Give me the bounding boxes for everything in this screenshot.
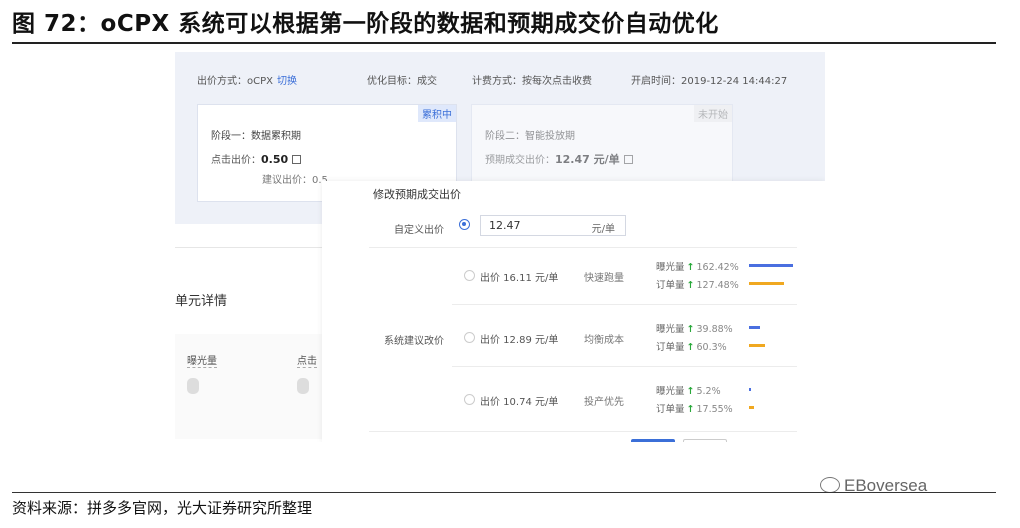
stage2-status-badge: 未开始 (694, 105, 732, 122)
clicks-column-header: 点击 (297, 352, 317, 368)
wechat-icon (820, 477, 840, 493)
bid-method: 出价方式：oCPX 切换 (197, 76, 297, 87)
unit-details-title: 单元详情 (175, 294, 228, 309)
dialog-title: 修改预期成交出价 (373, 188, 461, 201)
impressions-bar (749, 264, 793, 267)
title-divider (12, 42, 996, 44)
watermark: EBoversea (820, 476, 927, 496)
suggested-price: 出价 16.11 元/单 (480, 273, 559, 284)
start-time: 开启时间：2019-12-24 14:44:27 (631, 76, 788, 87)
loading-placeholder (187, 378, 199, 394)
figure-title: 图 72：oCPX 系统可以根据第一阶段的数据和预期成交价自动优化 (12, 11, 719, 37)
source-divider (12, 492, 996, 493)
strategy-label: 快速跑量 (584, 273, 624, 284)
edit-icon[interactable] (623, 155, 633, 164)
row-divider (369, 431, 797, 432)
edit-icon[interactable] (292, 155, 302, 164)
custom-bid-input[interactable]: 12.47 元/单 (480, 215, 626, 236)
stage1-title: 阶段一：数据累积期 (211, 131, 301, 142)
switch-link[interactable]: 切换 (277, 76, 297, 87)
section-divider (175, 247, 325, 248)
up-arrow-icon: ↑ (686, 324, 695, 335)
row-divider (452, 304, 797, 305)
row-divider (369, 247, 797, 248)
up-arrow-icon: ↑ (686, 262, 695, 273)
orders-bar (749, 282, 784, 285)
up-arrow-icon: ↑ (686, 280, 695, 291)
strategy-label: 均衡成本 (584, 335, 624, 346)
edit-expected-bid-dialog: 修改预期成交出价 自定义出价 12.47 元/单 系统建议改价 出价 16.11… (322, 181, 825, 442)
screenshot-area: 出价方式：oCPX 切换 优化目标：成交 计费方式：按每次点击收费 开启时间：20… (175, 52, 825, 442)
impressions-metric: 曝光量 ↑ 5.2% (656, 386, 721, 397)
stage2-expected-bid: 预期成交出价：12.47 元/单 (485, 151, 633, 167)
impressions-metric: 曝光量 ↑ 162.42% (656, 262, 739, 273)
unit-details-table: 曝光量 点击 (175, 334, 325, 439)
orders-metric: 订单量 ↑ 60.3% (656, 342, 727, 353)
up-arrow-icon: ↑ (686, 342, 695, 353)
suggested-option-radio[interactable] (464, 332, 475, 343)
up-arrow-icon: ↑ (686, 404, 695, 415)
loading-placeholder (297, 378, 309, 394)
orders-metric: 订单量 ↑ 127.48% (656, 280, 739, 291)
cancel-button[interactable]: 取消 (683, 439, 727, 442)
impressions-bar (749, 326, 760, 329)
stage2-title: 阶段二：智能投放期 (485, 131, 575, 142)
impressions-bar (749, 388, 751, 391)
unit-suffix: 元/单 (591, 224, 615, 235)
impressions-metric: 曝光量 ↑ 39.88% (656, 324, 733, 335)
suggested-price: 出价 10.74 元/单 (480, 397, 559, 408)
stage1-status-badge: 累积中 (418, 105, 456, 122)
custom-bid-radio[interactable] (459, 219, 470, 230)
suggested-price: 出价 12.89 元/单 (480, 335, 559, 346)
up-arrow-icon: ↑ (686, 386, 695, 397)
strategy-label: 投产优先 (584, 397, 624, 408)
stage1-click-bid: 点击出价：0.50 (211, 151, 302, 166)
save-button[interactable]: 保存 (631, 439, 675, 442)
orders-bar (749, 344, 766, 347)
row-divider (452, 366, 797, 367)
suggested-option-radio[interactable] (464, 394, 475, 405)
stage1-suggested-bid: 建议出价：0.5 (262, 175, 328, 186)
suggested-option-radio[interactable] (464, 270, 475, 281)
figure-source: 资料来源：拼多多官网，光大证券研究所整理 (12, 499, 313, 517)
optimization-goal: 优化目标：成交 (367, 76, 437, 87)
orders-metric: 订单量 ↑ 17.55% (656, 404, 733, 415)
system-suggest-label: 系统建议改价 (384, 336, 444, 347)
impressions-column-header: 曝光量 (187, 352, 217, 368)
orders-bar (749, 406, 754, 409)
custom-bid-label: 自定义出价 (394, 225, 444, 236)
billing-method: 计费方式：按每次点击收费 (472, 76, 592, 87)
